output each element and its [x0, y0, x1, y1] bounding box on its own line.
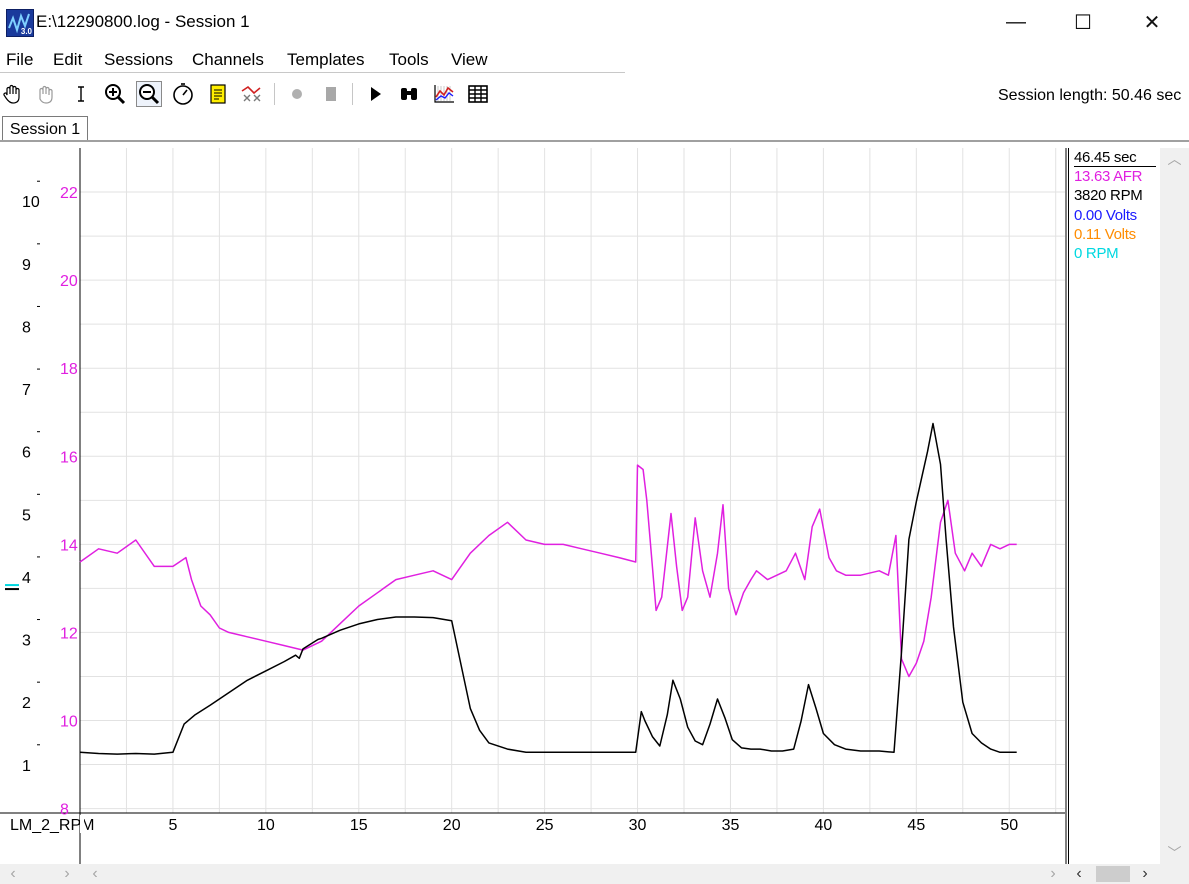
- horizontal-scrollbar[interactable]: ‹ › ‹ › ‹ ›: [0, 864, 1189, 884]
- text-cursor-icon[interactable]: [68, 81, 94, 107]
- session-length-label: Session length: 50.46 sec: [998, 87, 1182, 104]
- menu-channels[interactable]: Channels: [192, 50, 264, 70]
- afr-axis-tick-label: 14: [60, 537, 78, 554]
- grab-icon[interactable]: [32, 81, 58, 107]
- vertical-scrollbar[interactable]: ︿ ﹀: [1160, 148, 1189, 864]
- scroll-down-icon[interactable]: ﹀: [1160, 842, 1189, 864]
- x-axis-tick-label: 15: [350, 817, 368, 834]
- readout-volts-1: 0.00 Volts: [1074, 207, 1137, 224]
- menu-file[interactable]: File: [6, 50, 33, 70]
- x-axis-label-clip: [80, 815, 84, 833]
- menu-sessions[interactable]: Sessions: [104, 50, 173, 70]
- scroll-left-icon[interactable]: ‹: [84, 864, 106, 884]
- x-axis-tick-label: 20: [443, 817, 461, 834]
- scroll-up-icon[interactable]: ︿: [1160, 148, 1189, 170]
- afr-axis-tick-label: 22: [60, 185, 78, 202]
- afr-axis-tick-label: 20: [60, 273, 78, 290]
- scroll-thumb[interactable]: [1096, 866, 1130, 882]
- left-axis-tick-label: 9: [22, 257, 31, 274]
- hand-icon[interactable]: [0, 81, 26, 107]
- minimize-button[interactable]: —: [985, 0, 1047, 44]
- scroll-right-icon[interactable]: ›: [56, 864, 78, 884]
- tab-session-1[interactable]: Session 1: [2, 116, 88, 142]
- left-axis-tick-label: 1: [22, 758, 31, 775]
- chart-icon[interactable]: [431, 81, 457, 107]
- app-logo-version: 3.0: [20, 27, 32, 36]
- readout-afr: 13.63 AFR: [1074, 168, 1143, 185]
- stop-icon[interactable]: [318, 81, 344, 107]
- table-icon[interactable]: [465, 81, 491, 107]
- log-chart[interactable]: 123456789108101214161820225 10 15 20 25 30 35 4…: [0, 144, 1068, 864]
- zoom-out-icon[interactable]: [136, 81, 162, 107]
- menu-edit[interactable]: Edit: [53, 50, 82, 70]
- menu-bar: File Edit Sessions Channels Templates To…: [0, 46, 625, 73]
- title-bar: 3.0 E:\12290800.log - Session 1 — ☐ ✕: [0, 0, 1189, 44]
- left-axis-tick-label: 5: [22, 507, 31, 524]
- afr-axis-tick-label: 16: [60, 449, 78, 466]
- maximize-button[interactable]: ☐: [1052, 0, 1114, 44]
- session-tab-strip: Session 1: [0, 114, 1189, 142]
- x-axis-tick-label: 10: [257, 817, 275, 834]
- menu-view[interactable]: View: [451, 50, 488, 70]
- left-axis-tick-label: 4: [22, 570, 31, 587]
- left-axis-tick-label: 8: [22, 319, 31, 336]
- x-axis-tick-label: 5: [168, 817, 177, 834]
- afr-axis-tick-label: 18: [60, 361, 78, 378]
- stopwatch-icon[interactable]: [170, 81, 196, 107]
- binoculars-icon[interactable]: [396, 81, 422, 107]
- readout-volts-2: 0.11 Volts: [1074, 226, 1136, 243]
- x-axis-tick-label: 45: [907, 817, 925, 834]
- scroll-right-icon[interactable]: ›: [1134, 864, 1156, 884]
- readout-time: 46.45 sec: [1074, 149, 1156, 167]
- close-button[interactable]: ✕: [1121, 0, 1183, 44]
- window-title: E:\12290800.log - Session 1: [36, 12, 250, 31]
- left-axis-tick-label: 10: [22, 194, 40, 211]
- scroll-left-icon[interactable]: ‹: [1068, 864, 1090, 884]
- notes-icon[interactable]: [205, 81, 231, 107]
- x-axis-tick-label: 50: [1000, 817, 1018, 834]
- tab-divider: [0, 140, 1189, 142]
- readout-rpm-2: 0 RPM: [1074, 245, 1119, 262]
- x-axis-tick-label: 40: [814, 817, 832, 834]
- x-axis-tick-label: 35: [722, 817, 740, 834]
- play-icon[interactable]: [362, 81, 388, 107]
- readout-rpm: 3820 RPM: [1074, 187, 1143, 204]
- left-axis-tick-label: 7: [22, 382, 31, 399]
- cursor-readout-panel: 46.45 sec 13.63 AFR 3820 RPM 0.00 Volts …: [1068, 148, 1161, 864]
- menu-tools[interactable]: Tools: [389, 50, 429, 70]
- afr-axis-tick-label: 12: [60, 625, 78, 642]
- toolbar-separator: [352, 83, 353, 105]
- zoom-fit-icon[interactable]: [239, 81, 265, 107]
- zoom-in-icon[interactable]: [102, 81, 128, 107]
- left-axis-tick-label: 6: [22, 445, 31, 462]
- menu-templates[interactable]: Templates: [287, 50, 364, 70]
- record-icon[interactable]: [284, 81, 310, 107]
- toolbar-separator: [274, 83, 275, 105]
- left-axis-tick-label: 2: [22, 695, 31, 712]
- afr-axis-tick-label: 10: [60, 714, 78, 731]
- scroll-right-icon[interactable]: ›: [1042, 864, 1064, 884]
- plot-area: [80, 148, 1065, 813]
- scroll-left-icon[interactable]: ‹: [2, 864, 24, 884]
- x-axis-tick-label: 25: [536, 817, 554, 834]
- app-logo-icon: 3.0: [6, 9, 34, 37]
- x-axis-tick-label: 30: [629, 817, 647, 834]
- left-axis-tick-label: 3: [22, 633, 31, 650]
